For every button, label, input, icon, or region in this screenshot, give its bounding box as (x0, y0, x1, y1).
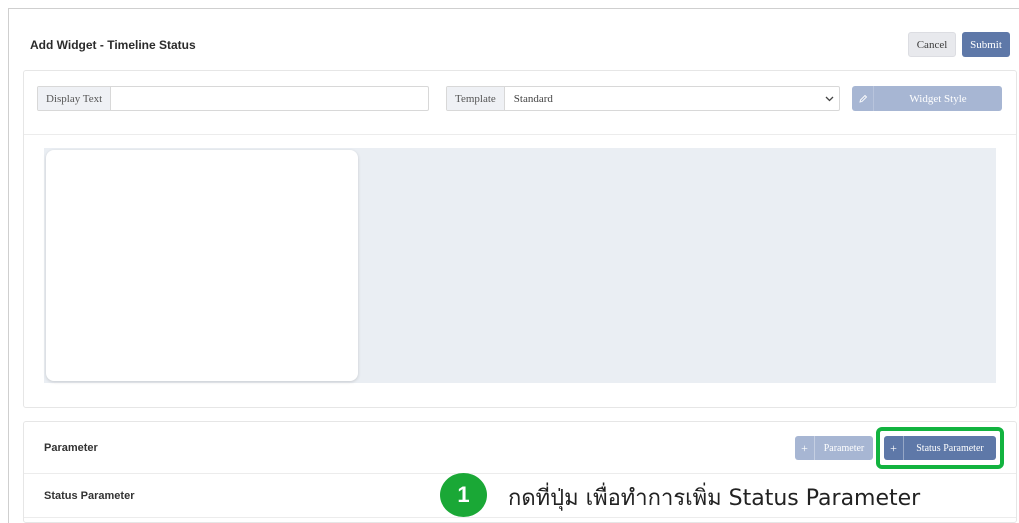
display-text-input[interactable] (111, 87, 428, 110)
pencil-icon (852, 86, 874, 111)
template-group: Template Standard (446, 86, 840, 111)
highlight-box (876, 427, 1004, 469)
step-instruction: กดที่ปุ่ม เพื่อทำการเพิ่ม Status Paramet… (508, 486, 921, 511)
template-label: Template (447, 87, 505, 110)
display-text-label: Display Text (38, 87, 112, 110)
plus-icon: + (795, 436, 815, 460)
add-parameter-label: Parameter (823, 442, 865, 454)
page-title: Add Widget - Timeline Status (30, 38, 196, 52)
widget-style-label: Widget Style (909, 92, 967, 105)
widget-preview-card (46, 150, 358, 381)
divider (24, 134, 1016, 135)
divider (24, 517, 1016, 518)
step-number-badge: 1 (440, 473, 487, 517)
status-parameter-section-label: Status Parameter (44, 490, 135, 502)
cancel-button[interactable]: Cancel (908, 32, 956, 57)
chevron-down-icon[interactable] (819, 87, 839, 110)
parameter-section-label: Parameter (44, 442, 98, 454)
submit-button[interactable]: Submit (962, 32, 1010, 57)
display-text-group: Display Text (37, 86, 429, 111)
divider (24, 473, 1016, 474)
add-parameter-button[interactable]: + Parameter (795, 436, 873, 460)
widget-style-button[interactable]: Widget Style (852, 86, 1002, 111)
template-select[interactable]: Standard (505, 87, 819, 110)
